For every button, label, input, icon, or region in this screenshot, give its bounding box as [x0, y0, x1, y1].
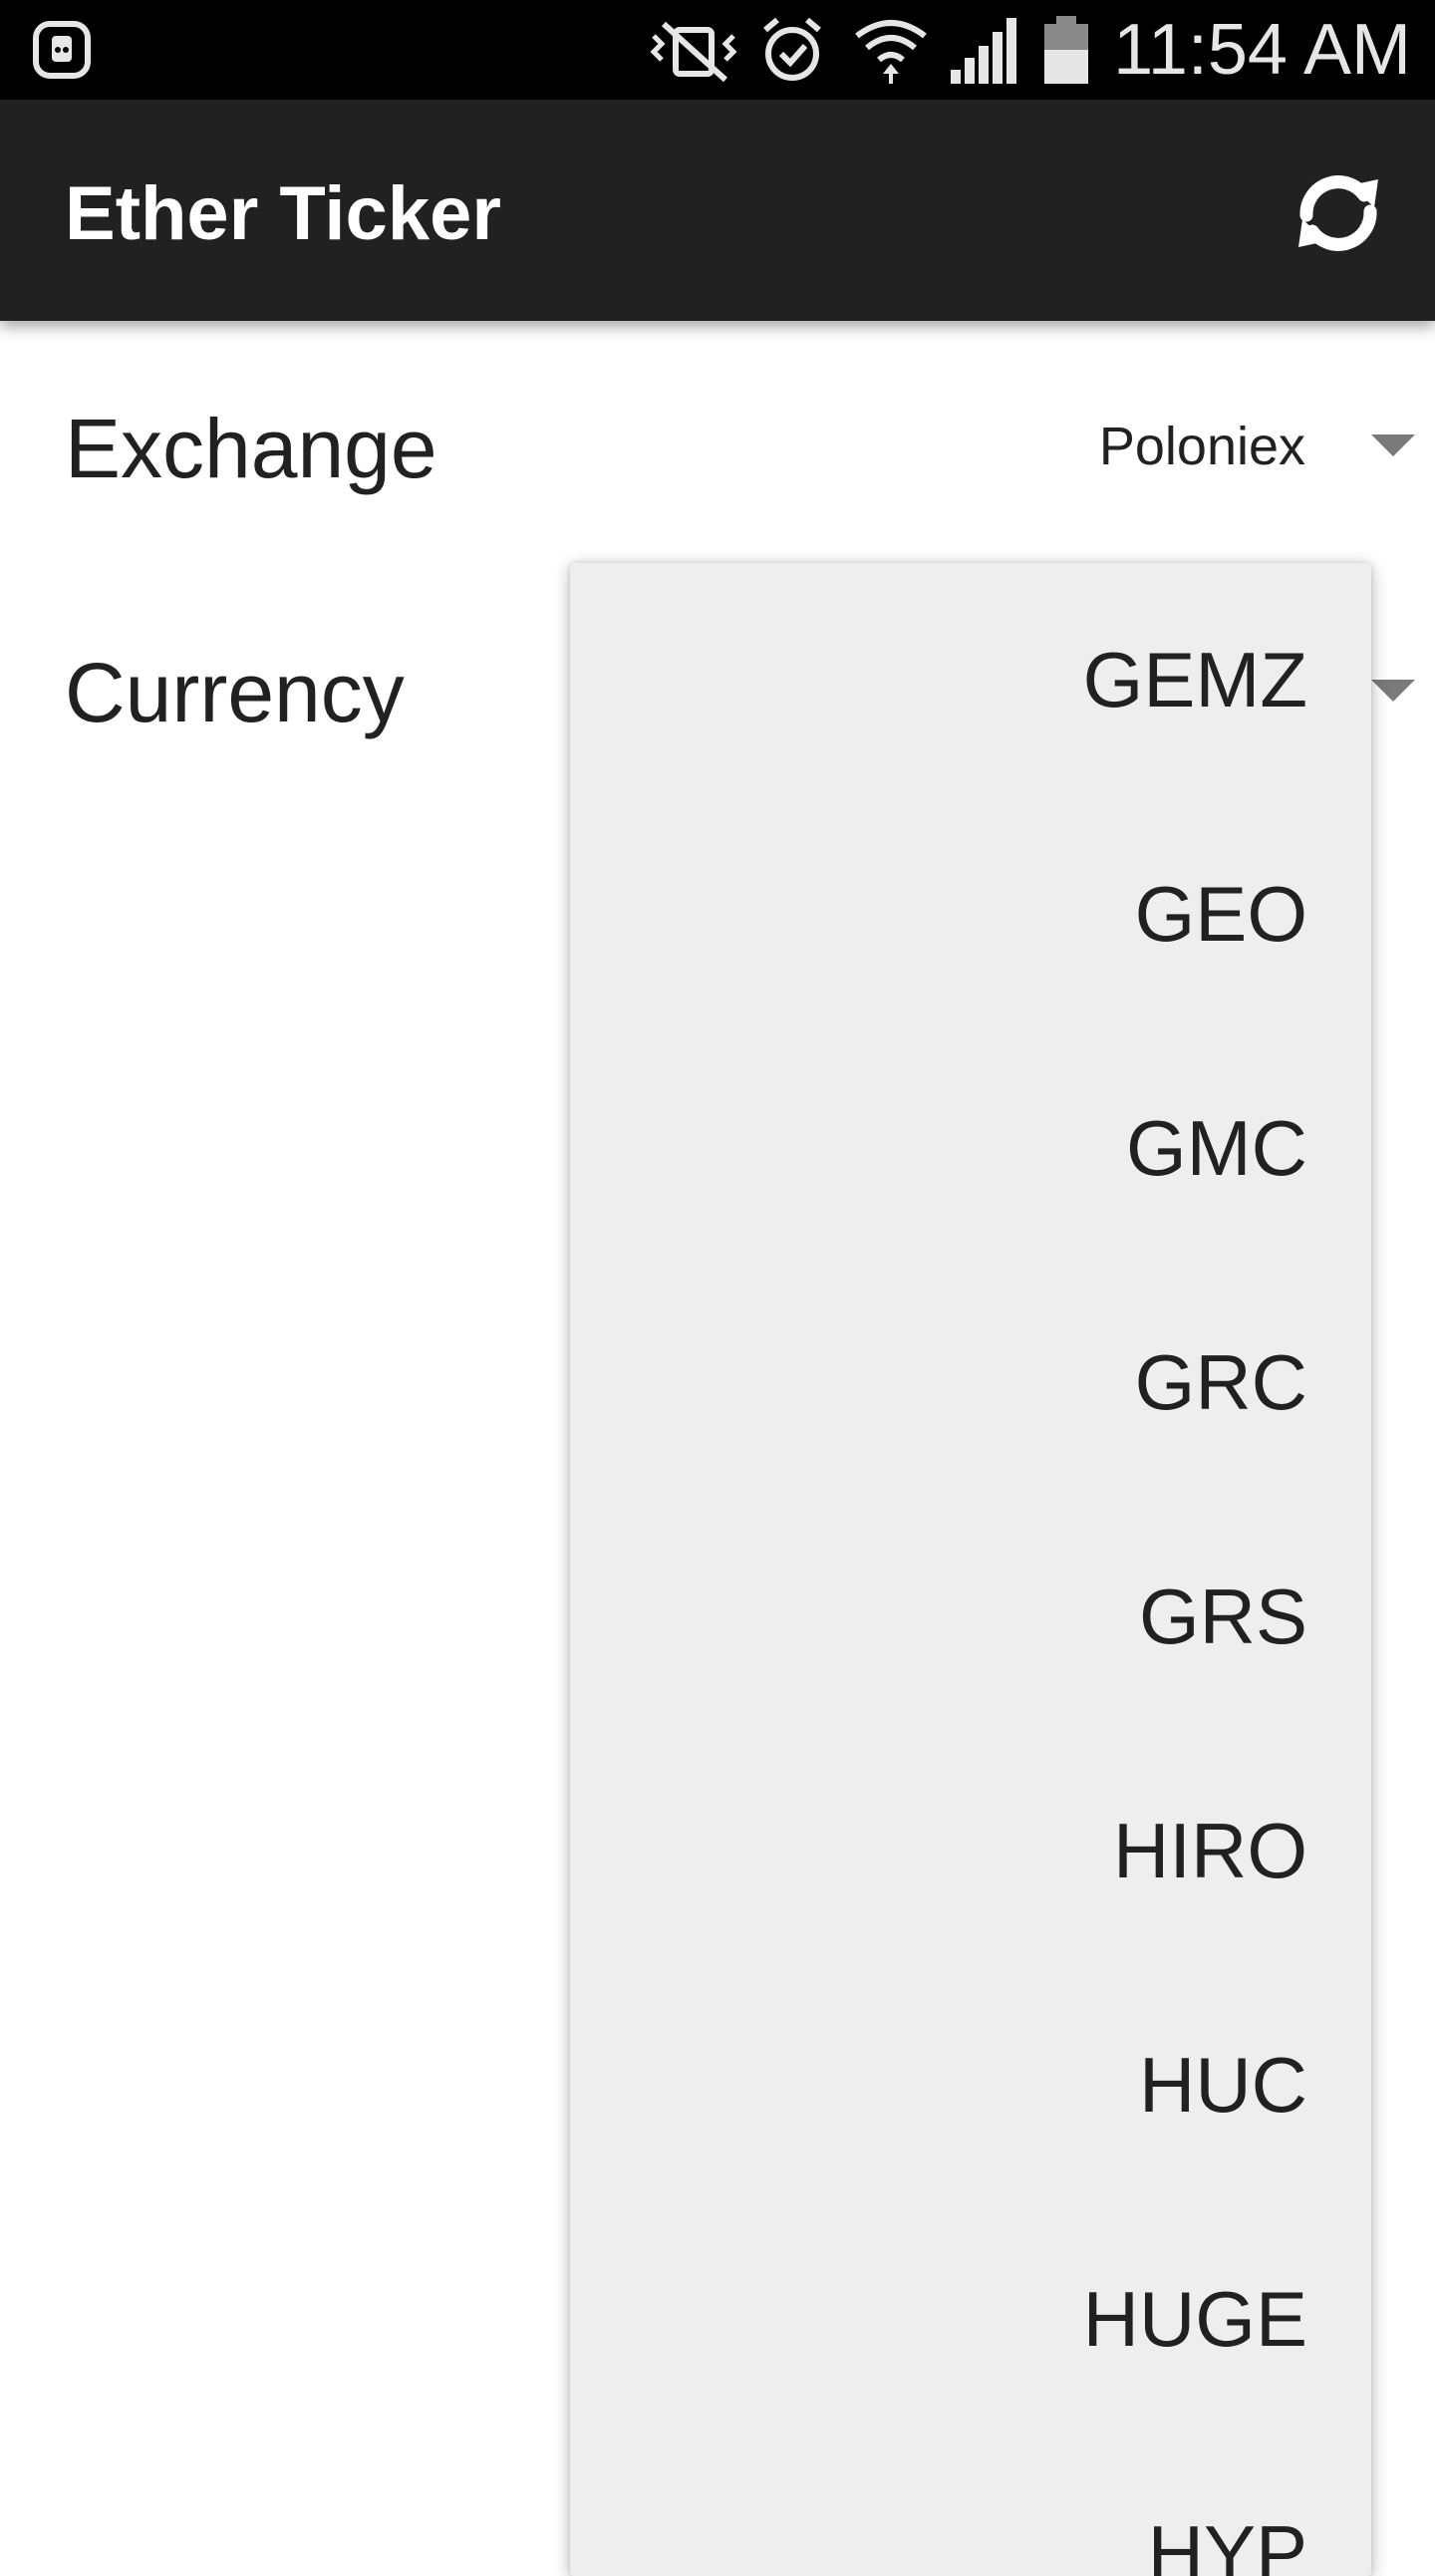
vibrate-icon	[650, 21, 737, 83]
dropdown-item-gmc[interactable]: GMC	[570, 1031, 1371, 1266]
battery-icon	[1044, 16, 1088, 84]
notification-app-icon	[33, 21, 91, 79]
dropdown-item-grc[interactable]: GRC	[570, 1266, 1371, 1500]
exchange-dropdown-arrow-icon[interactable]	[1371, 434, 1415, 456]
exchange-value[interactable]: Poloniex	[1099, 412, 1305, 481]
dropdown-item-geo[interactable]: GEO	[570, 797, 1371, 1031]
currency-label: Currency	[65, 646, 405, 739]
status-bar: 11:54 AM	[0, 0, 1435, 100]
refresh-icon[interactable]	[1287, 161, 1390, 265]
dropdown-item-hyp[interactable]: HYP	[570, 2436, 1371, 2576]
currency-dropdown-list[interactable]: GEMZ GEO GMC GRC GRS HIRO HUC HUGE HYP	[570, 563, 1371, 2576]
dropdown-item-huge[interactable]: HUGE	[570, 2202, 1371, 2436]
dropdown-item-grs[interactable]: GRS	[570, 1500, 1371, 1734]
exchange-label: Exchange	[65, 402, 437, 495]
signal-icon	[951, 18, 1016, 84]
app-title: Ether Ticker	[65, 171, 501, 256]
status-time: 11:54 AM	[1113, 10, 1411, 90]
dropdown-item-gemz[interactable]: GEMZ	[570, 563, 1371, 797]
dropdown-item-hiro[interactable]: HIRO	[570, 1734, 1371, 1968]
alarm-icon	[763, 17, 821, 81]
dropdown-item-huc[interactable]: HUC	[570, 1968, 1371, 2202]
app-bar: Ether Ticker	[0, 100, 1435, 321]
wifi-icon	[855, 20, 927, 84]
currency-dropdown-arrow-icon[interactable]	[1371, 680, 1415, 702]
